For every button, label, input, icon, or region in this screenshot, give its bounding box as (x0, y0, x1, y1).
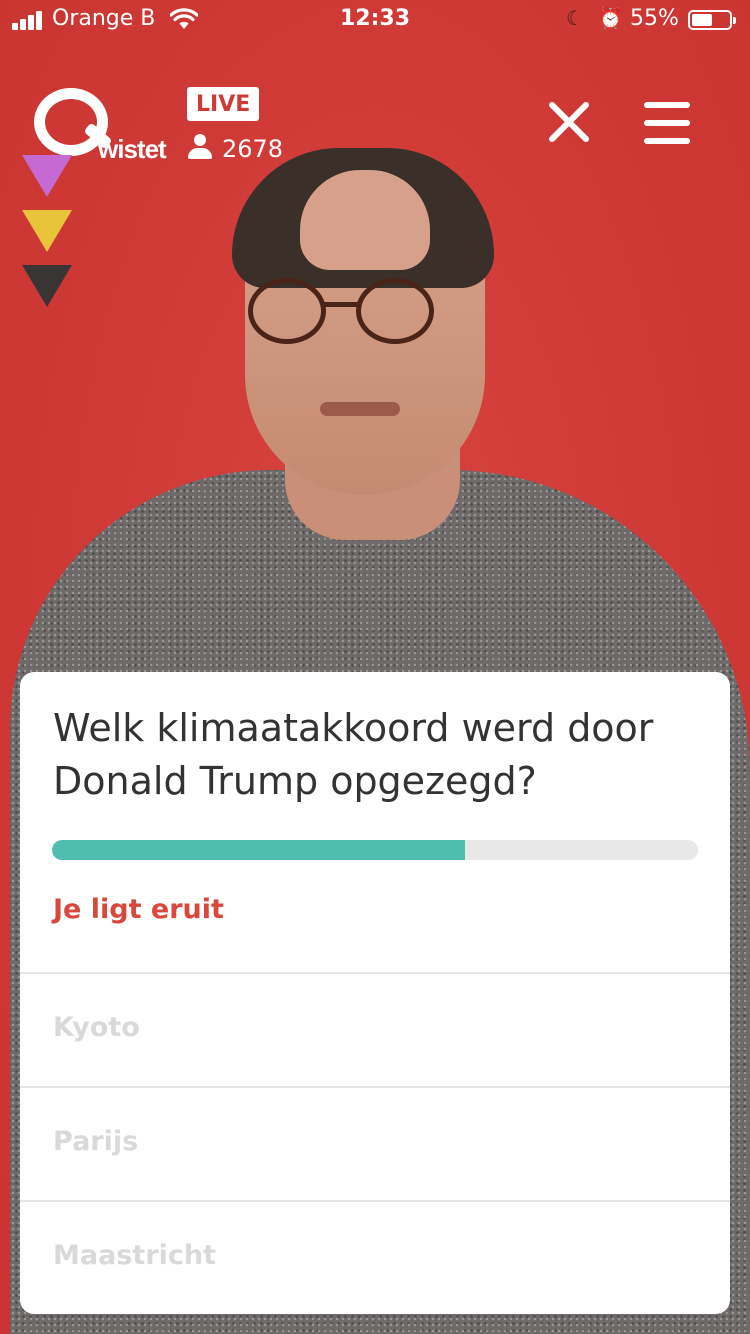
user-icon (188, 134, 212, 160)
menu-icon[interactable] (644, 102, 692, 144)
logo-wordmark: wistet (98, 134, 167, 164)
answer-option-2[interactable]: Parijs (20, 1086, 730, 1199)
glasses-lens-right (356, 278, 434, 344)
indicator-triangle-dark (22, 265, 72, 307)
eliminated-message: Je ligt eruit (53, 894, 224, 925)
question-text: Welk klimaatakkoord werd door Donald Tru… (53, 706, 654, 803)
qwistet-logo: wistet (32, 86, 172, 166)
status-bar: Orange B 12:33 ☾ ⏰ 55% (0, 0, 750, 40)
battery-icon (688, 10, 736, 30)
timer-progress-fill (52, 840, 466, 860)
logo-q-ring (34, 88, 108, 156)
glasses-lens-left (248, 278, 326, 344)
do-not-disturb-icon: ☾ (566, 6, 584, 30)
screen: Orange B 12:33 ☾ ⏰ 55% wistet LIVE 2678 (0, 0, 750, 1334)
question-card: Welk klimaatakkoord werd door Donald Tru… (20, 672, 730, 1314)
live-badge: LIVE (187, 87, 260, 121)
battery-percentage: 55% (630, 6, 679, 31)
glasses-bridge (324, 302, 358, 307)
indicator-triangle-pink (22, 155, 72, 197)
answer-label: Parijs (53, 1126, 139, 1157)
close-icon[interactable] (540, 95, 596, 151)
indicator-triangle-yellow (22, 210, 72, 252)
answer-label: Maastricht (53, 1240, 216, 1271)
timer-progress-bar (52, 840, 698, 860)
answer-option-1[interactable]: Kyoto (20, 972, 730, 1085)
answer-option-3[interactable]: Maastricht (20, 1200, 730, 1313)
presenter-mouth (320, 402, 400, 416)
viewer-count-value: 2678 (222, 135, 284, 163)
presenter-forehead (300, 170, 430, 270)
answer-label: Kyoto (53, 1012, 140, 1043)
alarm-icon: ⏰ (598, 6, 623, 30)
battery-level-fill (692, 14, 712, 26)
presenter-glasses (248, 278, 438, 348)
